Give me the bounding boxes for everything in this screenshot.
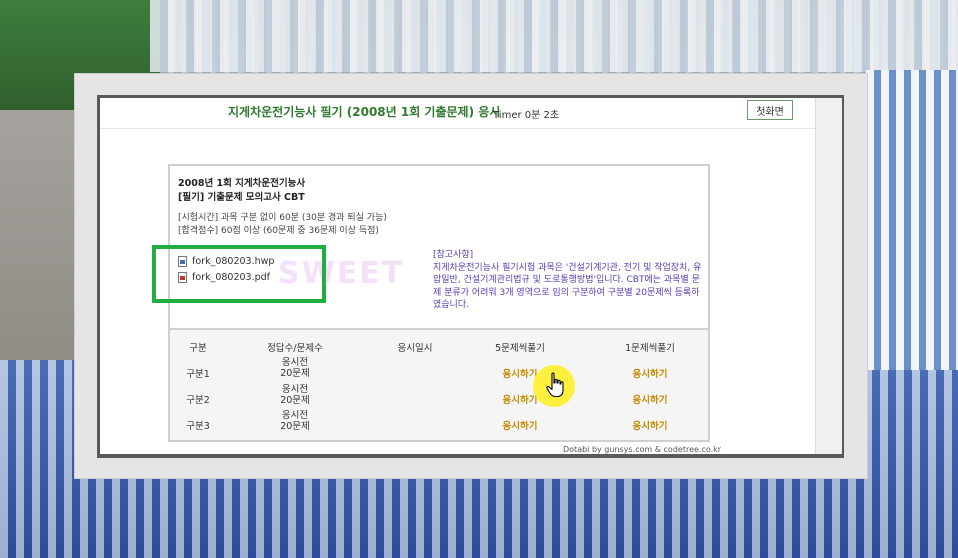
- column-header-date: 응시일시: [397, 343, 433, 354]
- exam-title-line-1: 2008년 1회 지게차운전기능사: [178, 178, 306, 189]
- background-pallets: [150, 0, 958, 72]
- exam-pass-info: [합격점수] 60점 이상 (60문제 중 36문제 이상 득점): [178, 226, 379, 236]
- row-status: 응시전 20문제: [265, 384, 325, 406]
- scrollbar[interactable]: [815, 98, 842, 454]
- background-ground: [0, 110, 80, 360]
- column-header-section: 구분: [189, 343, 207, 354]
- file-highlight-box: [152, 245, 326, 303]
- column-header-five-questions: 5문제씩풀기: [495, 343, 545, 354]
- reference-note: [참고사항] 지게차운전기능사 필기시험 과목은 '건설기계기관, 전기 및 작…: [433, 249, 703, 312]
- row-status-text: 응시전: [281, 410, 309, 421]
- row-section-label: 구분3: [186, 421, 210, 432]
- start-one-button[interactable]: 응시하기: [610, 366, 690, 380]
- home-button[interactable]: 첫화면: [747, 100, 793, 120]
- footer-credit: Dotabi by gunsys.com & codetree.co.kr: [563, 445, 722, 454]
- exam-time-info: [시험시간] 과목 구분 없이 60분 (30분 경과 퇴실 가능): [178, 213, 387, 223]
- row-status-text: 응시전: [281, 384, 309, 395]
- row-status: 응시전 20문제: [265, 410, 325, 432]
- row-question-count: 20문제: [280, 395, 310, 406]
- header-divider: [100, 128, 815, 129]
- row-section-label: 구분2: [186, 395, 210, 406]
- row-status: 응시전 20문제: [265, 357, 325, 379]
- note-body: 지게차운전기능사 필기시험 과목은 '건설기계기관, 전기 및 작업장치, 유압…: [433, 262, 702, 311]
- exam-title-line-2: [필기] 기출문제 모의고사 CBT: [178, 192, 305, 203]
- column-header-one-question: 1문제씩풀기: [625, 343, 675, 354]
- exam-title: 2008년 1회 지게차운전기능사 [필기] 기출문제 모의고사 CBT: [178, 177, 305, 205]
- row-section-label: 구분1: [186, 369, 210, 380]
- background-bottles-right: [866, 70, 958, 370]
- note-heading: [참고사항]: [433, 250, 474, 260]
- hand-cursor-icon: [546, 372, 564, 398]
- row-question-count: 20문제: [280, 421, 310, 432]
- row-status-text: 응시전: [281, 357, 309, 368]
- start-one-button[interactable]: 응시하기: [610, 418, 690, 432]
- start-one-button[interactable]: 응시하기: [610, 392, 690, 406]
- exam-sections-table: 구분 정답수/문제수 응시일시 5문제씩풀기 1문제씩풀기 구분1 응시전 20…: [168, 330, 710, 442]
- timer: Timer 0분 2초: [493, 110, 560, 121]
- start-five-button[interactable]: 응시하기: [480, 418, 560, 432]
- exam-rules: [시험시간] 과목 구분 없이 60분 (30분 경과 퇴실 가능) [합격점수…: [178, 212, 387, 238]
- page-title: 지게차운전기능사 필기 (2008년 1회 기출문제) 응시: [228, 105, 501, 119]
- row-question-count: 20문제: [280, 368, 310, 379]
- column-header-score: 정답수/문제수: [267, 343, 323, 354]
